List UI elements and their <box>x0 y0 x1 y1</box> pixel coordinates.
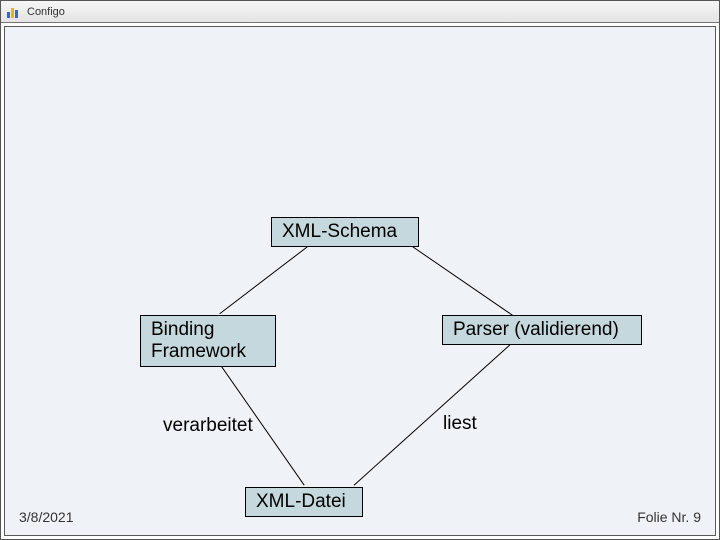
node-xml-schema-label: XML-Schema <box>282 221 397 243</box>
slide-body: XML-Schema Binding Framework Parser (val… <box>4 26 716 536</box>
window: Configo XML-Schema Binding Framework Par… <box>0 0 720 540</box>
footer-date: 3/8/2021 <box>19 509 74 525</box>
node-binding-framework-label: Binding Framework <box>151 319 246 363</box>
node-parser: Parser (validierend) <box>442 315 642 345</box>
node-parser-label: Parser (validierend) <box>453 319 619 341</box>
node-binding-framework: Binding Framework <box>140 315 276 367</box>
footer-page: Folie Nr. 9 <box>637 509 701 525</box>
node-xml-datei-label: XML-Datei <box>256 491 346 513</box>
node-xml-datei: XML-Datei <box>245 487 363 517</box>
diagram-canvas: XML-Schema Binding Framework Parser (val… <box>5 27 715 535</box>
titlebar: Configo <box>1 1 719 23</box>
diagram-edges <box>5 27 715 535</box>
edge-label-verarbeitet: verarbeitet <box>163 415 253 437</box>
edge-label-liest: liest <box>443 413 477 435</box>
node-xml-schema: XML-Schema <box>271 217 419 247</box>
window-title: Configo <box>27 6 65 18</box>
app-logo-icon <box>7 6 21 18</box>
